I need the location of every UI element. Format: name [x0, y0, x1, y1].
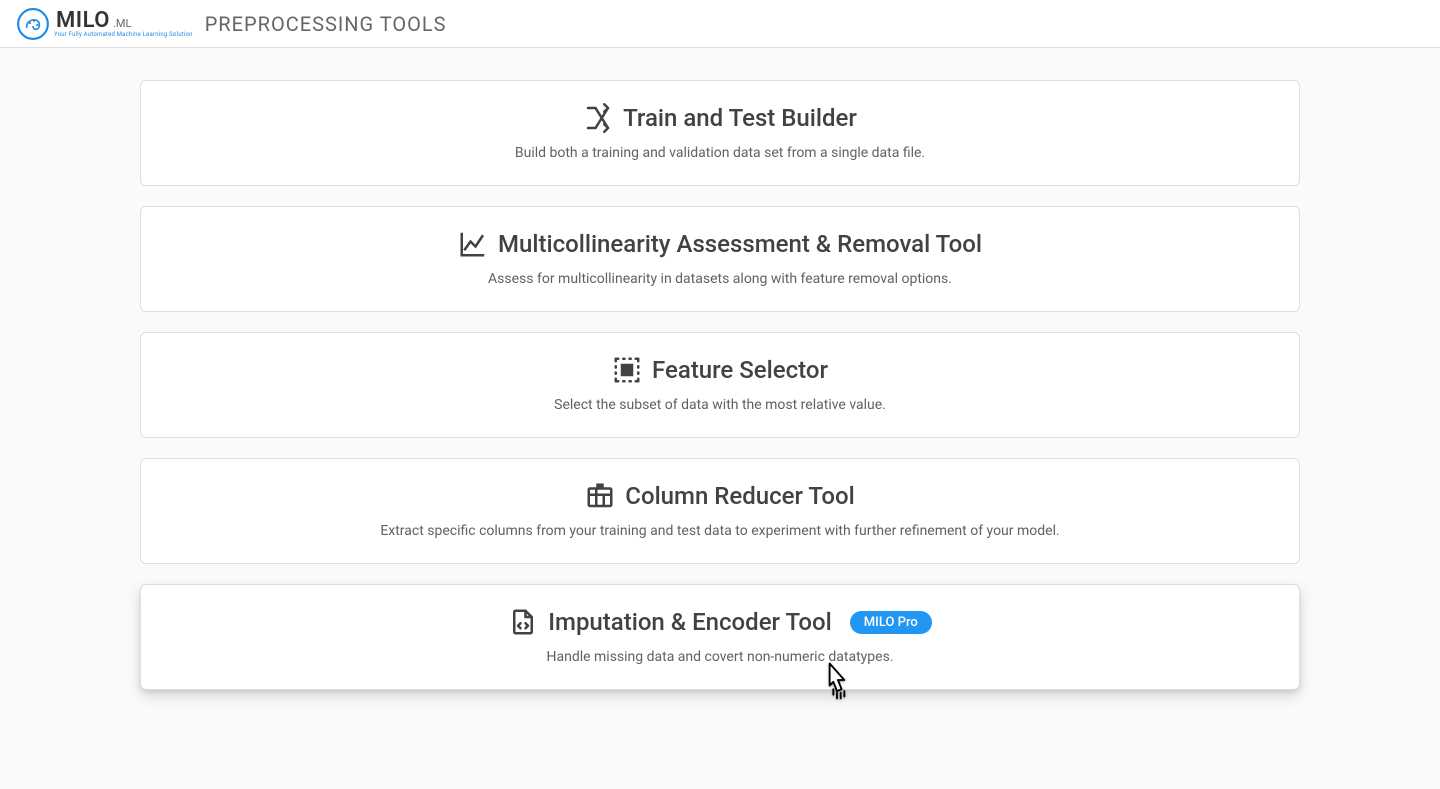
chart-line-icon: [458, 229, 488, 259]
card-title: Imputation & Encoder Tool: [548, 608, 832, 636]
brand-tagline: Your Fully Automated Machine Learning So…: [54, 32, 193, 38]
pro-badge: MILO Pro: [850, 611, 932, 634]
card-train-test-builder[interactable]: Train and Test Builder Build both a trai…: [140, 80, 1300, 186]
card-desc: Extract specific columns from your train…: [161, 523, 1279, 539]
app-header: MILO .ML Your Fully Automated Machine Le…: [0, 0, 1440, 48]
brand-logo[interactable]: MILO .ML Your Fully Automated Machine Le…: [16, 7, 193, 41]
table-columns-icon: [585, 481, 615, 511]
page-title: PREPROCESSING TOOLS: [205, 12, 447, 36]
card-title: Column Reducer Tool: [625, 482, 854, 510]
card-desc: Select the subset of data with the most …: [161, 397, 1279, 413]
card-multicollinearity[interactable]: Multicollinearity Assessment & Removal T…: [140, 206, 1300, 312]
brain-logo-icon: [16, 7, 50, 41]
card-desc: Build both a training and validation dat…: [161, 145, 1279, 161]
card-desc: Handle missing data and covert non-numer…: [161, 649, 1279, 665]
card-title: Feature Selector: [652, 356, 828, 384]
select-all-icon: [612, 355, 642, 385]
card-title: Train and Test Builder: [623, 104, 857, 132]
card-column-reducer[interactable]: Column Reducer Tool Extract specific col…: [140, 458, 1300, 564]
brand-main: MILO: [56, 10, 110, 32]
card-desc: Assess for multicollinearity in datasets…: [161, 271, 1279, 287]
shuffle-icon: [583, 103, 613, 133]
file-code-icon: [508, 607, 538, 637]
brand-sub: .ML: [113, 18, 131, 29]
tool-list: Train and Test Builder Build both a trai…: [0, 48, 1440, 742]
card-imputation-encoder[interactable]: Imputation & Encoder Tool MILO Pro Handl…: [140, 584, 1300, 690]
card-feature-selector[interactable]: Feature Selector Select the subset of da…: [140, 332, 1300, 438]
card-title: Multicollinearity Assessment & Removal T…: [498, 230, 982, 258]
